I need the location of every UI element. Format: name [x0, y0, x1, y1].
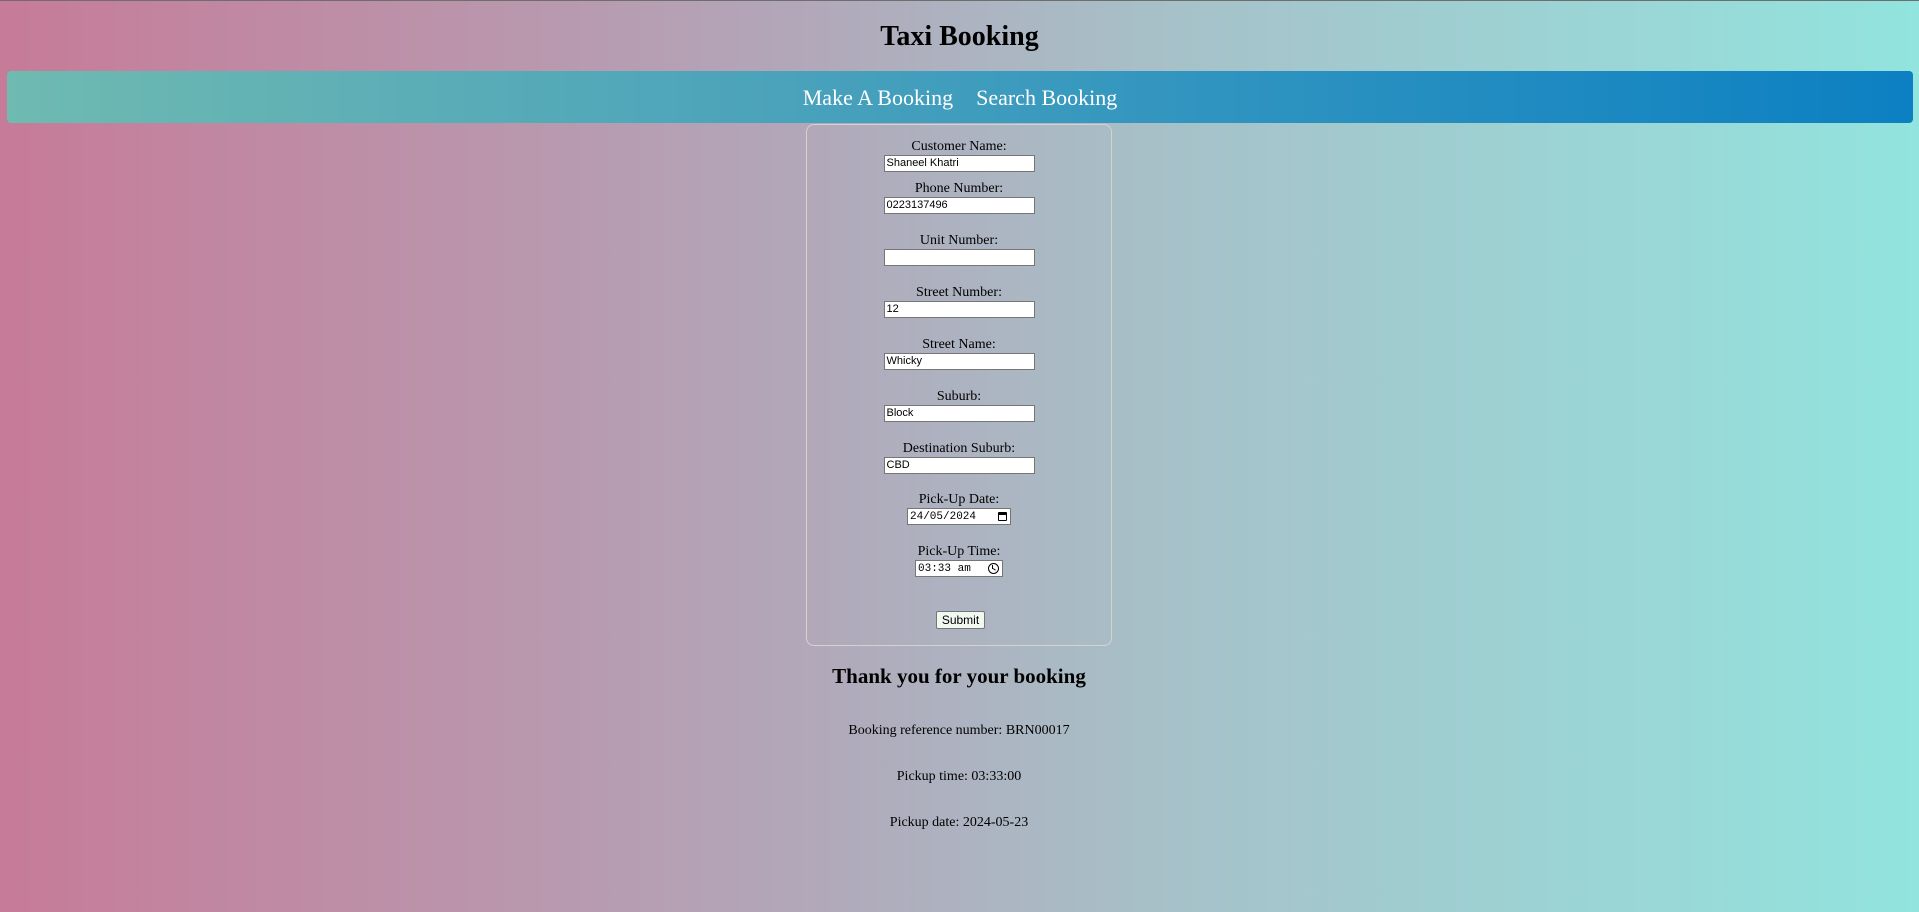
- submit-button[interactable]: Submit: [936, 611, 985, 629]
- pickup-time-input[interactable]: 03:33 am: [915, 560, 1003, 577]
- confirmation-pickup-time: Pickup time: 03:33:00: [896, 769, 1022, 784]
- nav-make-a-booking[interactable]: Make A Booking: [803, 83, 953, 111]
- booking-confirmation: Thank you for your booking Booking refer…: [806, 661, 1112, 830]
- unit-number-field: Unit Number:: [807, 211, 1111, 266]
- pickup-time-field: Pick-Up Time: 03:33 am: [807, 522, 1111, 577]
- confirmation-title: Thank you for your booking: [832, 664, 1086, 688]
- street-number-field: Street Number: 12: [807, 263, 1111, 318]
- suburb-label: Suburb:: [936, 389, 982, 404]
- phone-number-label: Phone Number:: [914, 181, 1004, 196]
- confirmation-pickup-date: Pickup date: 2024-05-23: [889, 815, 1029, 830]
- pickup-date-label: Pick-Up Date:: [918, 492, 1000, 507]
- page-title: Taxi Booking: [880, 21, 1039, 52]
- clock-icon[interactable]: [988, 563, 999, 574]
- phone-number-field: Phone Number: 0223137496: [807, 159, 1111, 214]
- booking-form: Customer Name: Shaneel Khatri Phone Numb…: [806, 124, 1112, 646]
- pickup-time-label: Pick-Up Time:: [917, 544, 1001, 559]
- pickup-date-field: Pick-Up Date: 24/05/2024: [807, 470, 1111, 525]
- calendar-icon[interactable]: [998, 512, 1007, 521]
- unit-number-label: Unit Number:: [919, 233, 999, 248]
- pickup-time-value: 03:33 am: [918, 562, 971, 575]
- street-number-label: Street Number:: [916, 285, 1002, 300]
- destination-suburb-field: Destination Suburb: CBD: [807, 419, 1111, 474]
- street-name-label: Street Name:: [922, 337, 996, 352]
- customer-name-label: Customer Name:: [911, 139, 1007, 154]
- nav-search-booking[interactable]: Search Booking: [976, 83, 1117, 111]
- pickup-date-value: 24/05/2024: [910, 510, 977, 523]
- suburb-field: Suburb: Block: [807, 367, 1111, 422]
- street-name-field: Street Name: Whicky: [807, 315, 1111, 370]
- navbar: Make A Booking Search Booking: [7, 71, 1913, 123]
- destination-suburb-label: Destination Suburb:: [902, 441, 1016, 456]
- booking-reference: Booking reference number: BRN00017: [848, 723, 1070, 738]
